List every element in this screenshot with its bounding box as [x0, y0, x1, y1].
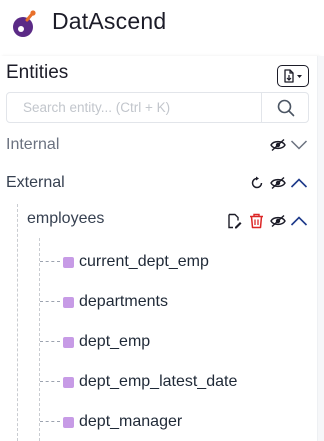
panel-scrollbar[interactable] [318, 56, 324, 441]
tree-branch [40, 421, 60, 422]
app-title: DatAscend [52, 8, 167, 34]
file-export-icon [284, 69, 302, 83]
table-icon [63, 296, 74, 308]
table-icon [63, 336, 74, 348]
entity-search [6, 92, 309, 123]
entities-title: Entities [6, 62, 69, 83]
table-label: dept_emp [79, 333, 151, 350]
table-icon [63, 416, 74, 428]
tree-branch [40, 381, 60, 382]
table-icon [63, 376, 74, 388]
refresh-icon [251, 176, 263, 189]
external-hide-button[interactable] [268, 175, 288, 191]
group-external-label[interactable]: External [6, 174, 65, 192]
app-header: DatAscend [0, 0, 324, 50]
employees-edit-button[interactable] [225, 212, 243, 230]
group-internal-label[interactable]: Internal [6, 136, 59, 154]
chevron-up-icon [290, 178, 308, 188]
internal-expand-button[interactable] [289, 137, 309, 153]
eye-off-icon [270, 176, 286, 190]
table-item-dept-emp-latest-date[interactable]: dept_emp_latest_date [63, 371, 237, 393]
eye-off-icon [270, 214, 286, 228]
table-item-current-dept-emp[interactable]: current_dept_emp [63, 251, 209, 273]
trash-icon [249, 213, 263, 229]
external-collapse-button[interactable] [289, 175, 309, 191]
table-label: departments [79, 293, 168, 310]
employees-hide-button[interactable] [268, 213, 288, 229]
entity-search-input[interactable] [7, 93, 261, 122]
tree-branch [40, 261, 60, 262]
employees-delete-button[interactable] [247, 212, 265, 230]
tree-branch [40, 301, 60, 302]
chevron-down-icon [290, 140, 308, 150]
table-label: current_dept_emp [79, 253, 209, 270]
search-button[interactable] [261, 93, 309, 122]
employees-collapse-button[interactable] [289, 213, 309, 229]
file-edit-icon [228, 213, 242, 229]
tree-branch [40, 341, 60, 342]
schema-employees-label[interactable]: employees [27, 210, 104, 228]
external-refresh-button[interactable] [249, 175, 265, 191]
tree-guide-external [17, 204, 18, 441]
eye-off-icon [270, 138, 286, 152]
table-item-departments[interactable]: departments [63, 291, 168, 313]
datascend-logo [13, 10, 36, 37]
search-icon [277, 99, 294, 116]
table-label: dept_manager [79, 413, 183, 430]
tree-guide-employees [39, 238, 40, 441]
table-item-dept-manager[interactable]: dept_manager [63, 411, 182, 433]
table-item-dept-emp[interactable]: dept_emp [63, 331, 150, 353]
internal-hide-button[interactable] [268, 137, 288, 153]
table-icon [63, 256, 74, 268]
chevron-up-icon [290, 216, 308, 226]
table-label: dept_emp_latest_date [79, 373, 238, 390]
export-dropdown-button[interactable] [277, 65, 309, 87]
